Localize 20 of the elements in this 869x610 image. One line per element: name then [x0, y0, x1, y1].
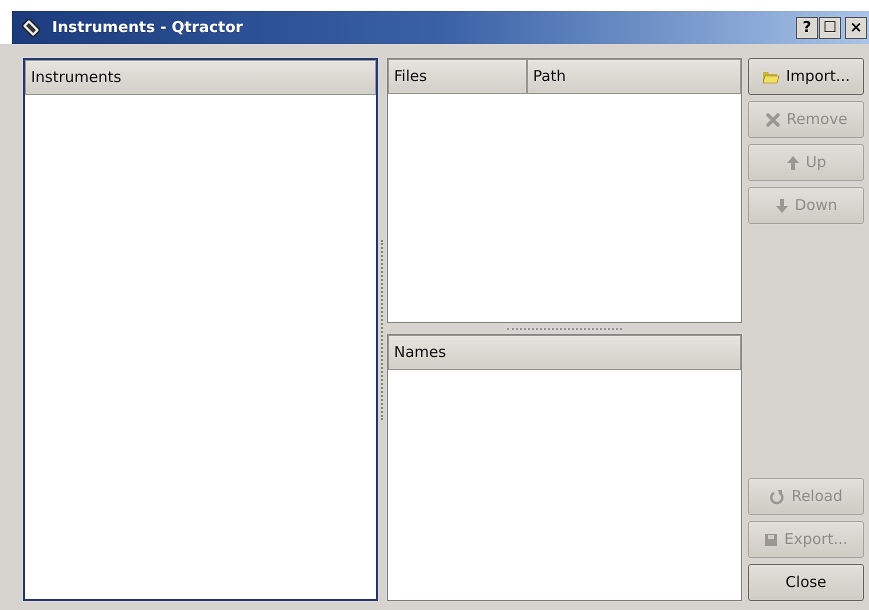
up-arrow-icon — [786, 154, 800, 170]
help-button[interactable]: ? — [796, 16, 818, 38]
column-header[interactable]: Instruments — [25, 60, 376, 95]
x-icon — [764, 112, 781, 128]
names-list[interactable]: Names — [386, 334, 742, 601]
splitter-handle[interactable] — [381, 240, 384, 420]
reload-icon — [769, 488, 786, 504]
files-list[interactable]: Files Path — [386, 58, 742, 323]
column-header[interactable]: Names — [388, 335, 741, 370]
instruments-list[interactable]: Instruments — [23, 58, 378, 601]
close-button[interactable]: × — [845, 16, 867, 38]
dialog-button[interactable]: Close — [748, 564, 864, 601]
window-title: Instruments - Qtractor — [52, 17, 244, 38]
splitter-handle[interactable] — [506, 328, 622, 330]
folder-icon — [762, 70, 780, 84]
column-header[interactable]: Path — [526, 59, 741, 94]
maximize-button[interactable]: ☐ — [819, 16, 841, 38]
down-arrow-icon — [774, 198, 789, 214]
column-header[interactable]: Files — [388, 59, 527, 94]
dialog-button[interactable]: Import... — [748, 58, 864, 95]
